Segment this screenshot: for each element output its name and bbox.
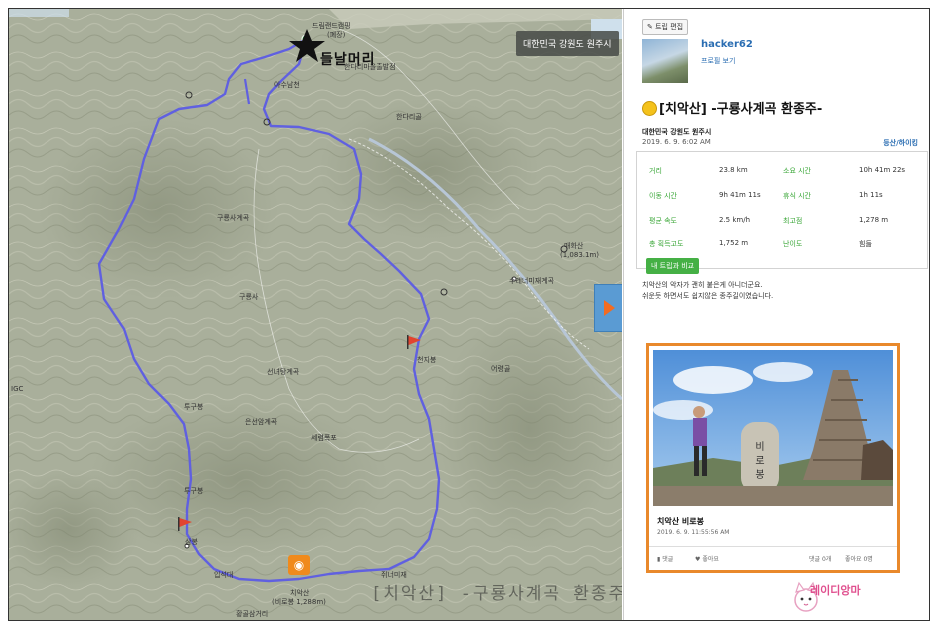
like-count: 좋아요 0명 bbox=[845, 556, 873, 563]
trip-title: [치악산] -구룡사계곡 환종주- bbox=[659, 102, 823, 117]
screenshot-frame: 대한민국 강원도 원주시 들날머리 드림랜드캠핑 (폐장) 한다리마을출발점 아… bbox=[8, 8, 930, 621]
stat-value-rest-time: 1h 11s bbox=[859, 191, 883, 199]
svg-text:로: 로 bbox=[755, 456, 764, 467]
place-label: 투구봉 bbox=[184, 487, 204, 495]
stat-label-total-time: 소요 시간 bbox=[783, 167, 811, 175]
place-label: 아수남천 bbox=[274, 81, 300, 89]
stat-value-total-time: 10h 41m 22s bbox=[859, 166, 906, 174]
stat-value-avg-speed: 2.5 km/h bbox=[719, 216, 751, 224]
trail-map[interactable]: 대한민국 강원도 원주시 들날머리 드림랜드캠핑 (폐장) 한다리마을출발점 아… bbox=[9, 9, 622, 620]
trip-stats-box: 거리 23.8 km 소요 시간 10h 41m 22s 이동 시간 9h 41… bbox=[636, 151, 928, 274]
like-label: 좋아요 bbox=[702, 556, 719, 563]
place-label: 은선암계곡 bbox=[245, 418, 278, 426]
heart-icon: ♥ bbox=[695, 556, 701, 563]
svg-text:봉: 봉 bbox=[755, 469, 764, 481]
description-line: 치악산의 악자가 괜히 붙은게 아니더군요. bbox=[642, 281, 763, 289]
pencil-icon: ✎ bbox=[647, 23, 653, 31]
place-label: 투구봉 bbox=[184, 403, 204, 411]
place-label: 한다리골 bbox=[396, 113, 422, 121]
comment-button[interactable]: ▮ 댓글 bbox=[657, 554, 673, 563]
place-label: 입석대 bbox=[214, 571, 234, 579]
place-label: 선녀탕계곡 bbox=[267, 368, 300, 376]
stat-value-moving-time: 9h 41m 11s bbox=[719, 191, 761, 199]
stat-value-difficulty: 힘듦 bbox=[859, 240, 872, 248]
profile-link[interactable]: 프로필 보기 bbox=[701, 56, 735, 66]
map-canvas bbox=[9, 9, 622, 620]
comment-icon: ▮ bbox=[657, 556, 661, 563]
trip-edit-label: 트립 편집 bbox=[655, 23, 684, 31]
play-arrow-icon bbox=[603, 300, 615, 316]
stat-label-difficulty: 난이도 bbox=[783, 240, 803, 248]
photo-marker-camera-icon[interactable]: ◉ bbox=[288, 555, 310, 575]
compare-trip-button[interactable]: 내 트립과 비교 bbox=[646, 258, 700, 274]
panel-toggle-button[interactable] bbox=[594, 284, 622, 332]
place-label: 수레너미재계곡 bbox=[509, 277, 555, 285]
map-watermark: [치악산] -구룡사계곡 환종주- bbox=[371, 584, 622, 604]
photo-time: 2019. 6. 9. 11:55:56 AM bbox=[657, 529, 730, 536]
trip-description: 치악산의 악자가 괜히 붙은게 아니더군요. 쉬운듯 하면서도 쉽지않은 종주길… bbox=[642, 280, 922, 302]
trip-type-icon bbox=[642, 101, 657, 116]
place-label: 매화산 bbox=[564, 242, 584, 250]
summit-photo[interactable]: 비 로 봉 bbox=[653, 350, 893, 506]
description-line: 쉬운듯 하면서도 쉽지않은 종주길이였습니다. bbox=[642, 292, 774, 300]
comment-count: 댓글 0개 bbox=[809, 556, 832, 563]
place-label: 구룡사 bbox=[239, 293, 259, 301]
like-button[interactable]: ♥ 좋아요 bbox=[695, 554, 719, 563]
place-label: 구룡사계곡 bbox=[217, 214, 250, 222]
photo-footer: ▮ 댓글 ♥ 좋아요 댓글 0개 좋아요 0명 bbox=[649, 546, 897, 569]
place-label: (1,083.1m) bbox=[560, 251, 599, 259]
trip-category[interactable]: 등산/하이킹 bbox=[883, 138, 918, 148]
place-label: 세렴폭포 bbox=[311, 434, 337, 442]
trip-location: 대한민국 강원도 원주시 bbox=[642, 128, 712, 136]
photo-title: 치악산 비로봉 bbox=[657, 517, 704, 526]
place-label: (비로봉 1,288m) bbox=[272, 598, 326, 606]
stat-value-total-ascent: 1,752 m bbox=[719, 239, 749, 247]
trip-edit-button[interactable]: ✎ 트립 편집 bbox=[642, 19, 689, 35]
stat-value-max-altitude: 1,278 m bbox=[859, 216, 889, 224]
stat-label-total-ascent: 총 획득고도 bbox=[649, 240, 684, 248]
place-label: 한다리마을출발점 bbox=[344, 63, 396, 71]
stat-label-moving-time: 이동 시간 bbox=[649, 192, 677, 200]
place-label: (폐장) bbox=[327, 31, 346, 39]
trip-date: 2019. 6. 9. 6:02 AM bbox=[642, 138, 711, 146]
comment-label: 댓글 bbox=[662, 556, 674, 563]
place-label: 황골삼거리 bbox=[236, 610, 269, 618]
avatar[interactable] bbox=[642, 39, 688, 83]
trip-detail-panel: ✎ 트립 편집 hacker62 프로필 보기 [치악산] -구룡사계곡 환종주… bbox=[623, 9, 929, 620]
summit-photo-image: 비 로 봉 bbox=[653, 350, 893, 506]
username[interactable]: hacker62 bbox=[701, 39, 753, 50]
place-label: 천지봉 bbox=[417, 356, 437, 364]
place-label: IGC bbox=[11, 385, 24, 393]
place-label: 어령골 bbox=[491, 365, 511, 373]
stat-label-max-altitude: 최고점 bbox=[783, 217, 803, 225]
region-button[interactable]: 대한민국 강원도 원주시 bbox=[516, 31, 619, 56]
stat-label-avg-speed: 평균 속도 bbox=[649, 217, 677, 225]
photo-card[interactable]: 비 로 봉 치악산 비로봉 2019. 6. 9. 11:55:56 AM ▮ … bbox=[646, 343, 900, 573]
stat-label-distance: 거리 bbox=[649, 167, 662, 175]
stat-value-distance: 23.8 km bbox=[719, 166, 748, 174]
waypoint-flag-icon[interactable] bbox=[406, 335, 422, 349]
stat-label-rest-time: 휴식 시간 bbox=[783, 192, 811, 200]
svg-text:비: 비 bbox=[755, 441, 764, 453]
waypoint-flag-icon[interactable] bbox=[177, 517, 193, 531]
blog-signature-stamp: 레이디앙마 bbox=[810, 584, 861, 597]
place-label: 삼봉 bbox=[185, 538, 198, 546]
